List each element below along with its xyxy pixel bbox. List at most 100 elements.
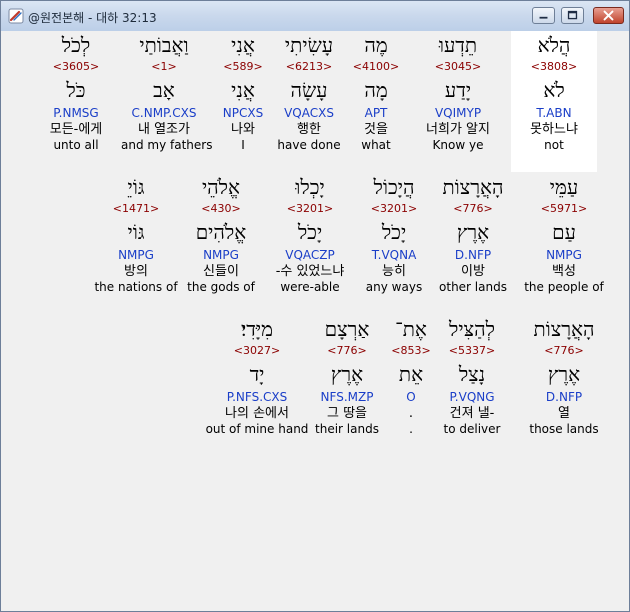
korean-gloss: 나의 손에서 (225, 406, 289, 421)
lexicon-number[interactable]: <5971> (521, 201, 607, 217)
close-button[interactable] (593, 7, 624, 24)
english-gloss: not (544, 138, 564, 152)
word-block[interactable]: הָאֲרָצוֹת <776> אֶרֶץ D.NFP 이방 other la… (430, 173, 516, 295)
word-block[interactable]: לְכֹל <3605> כֹּל P.NMSG 모든-에게 unto all (33, 31, 119, 153)
maximize-icon (567, 10, 578, 20)
lexicon-number[interactable]: <430> (178, 201, 264, 217)
hebrew-word: הֲיָכוֹל (373, 175, 415, 199)
word-block[interactable]: אַרְצָם <776> אֶרֶץ NFS.MZP 그 땅을 their l… (304, 315, 390, 437)
hebrew-word: גּוֹיֵ (127, 175, 145, 199)
title-bar[interactable]: @원전본해 - 대하 32:13 (1, 1, 629, 31)
lexicon-number[interactable]: <1> (121, 59, 207, 75)
app-icon (8, 8, 24, 24)
morphology-code: NMPG (546, 248, 582, 262)
morphology-code: C.NMP.CXS (131, 106, 197, 120)
korean-gloss: 방의 (124, 264, 148, 279)
word-block[interactable]: מִיָּדִי׃ <3027> יָד P.NFS.CXS 나의 손에서 ou… (205, 315, 309, 437)
word-block[interactable]: אֱלֹהֵי <430> אֱלֹהִים NMPG 신들이 the gods… (178, 173, 264, 295)
lexicon-number[interactable]: <1471> (93, 201, 179, 217)
lexicon-number[interactable]: <3605> (33, 59, 119, 75)
hebrew-word: יָכְלוּ (295, 175, 325, 199)
english-gloss: the nations of (94, 280, 178, 294)
korean-gloss: 못하느냐 (530, 122, 578, 137)
lexical-form: אֶרֶץ (547, 362, 581, 386)
english-gloss: the people of (524, 280, 604, 294)
korean-gloss: 이방 (461, 264, 485, 279)
lexical-form: יָד (249, 362, 265, 386)
hebrew-word: לְכֹל (61, 33, 91, 57)
korean-gloss: 그 땅을 (326, 406, 367, 421)
morphology-code: P.NFS.CXS (226, 390, 288, 404)
morphology-code: D.NFP (454, 248, 492, 262)
morphology-code: NPCXS (222, 106, 264, 120)
word-block[interactable]: יָכְלוּ <3201> יָכֹל VQACZP -수 있었느냐 were… (267, 173, 353, 295)
lexical-form: אֶרֶץ (456, 220, 490, 244)
hebrew-word: וַאֲבוֹתַי (139, 33, 189, 57)
lexical-form: עַם (552, 220, 576, 244)
word-block[interactable]: הֲיָכוֹל <3201> יָכֹל T.VQNA 능히 any ways (351, 173, 437, 295)
english-gloss: their lands (315, 422, 379, 436)
english-gloss: I (241, 138, 245, 152)
korean-gloss: 능히 (382, 264, 406, 279)
interlinear-panel: הֲלֹא <3808> לֹא T.ABN 못하느냐 not תֵדְעוּ … (9, 31, 621, 605)
english-gloss: other lands (439, 280, 507, 294)
word-block[interactable]: הֲלֹא <3808> לֹא T.ABN 못하느냐 not (511, 31, 597, 172)
lexical-form: יָדַע (444, 78, 472, 102)
word-block[interactable]: גּוֹיֵ <1471> גּוֹי NMPG 방의 the nations … (93, 173, 179, 295)
lexical-form: יָכֹל (297, 220, 323, 244)
hebrew-word: תֵדְעוּ (438, 33, 478, 57)
english-gloss: and my fathers (121, 138, 213, 152)
word-block[interactable]: אֲנִי <589> אֲנִי NPCXS 나와 I (200, 31, 286, 153)
hebrew-word: עַמֵּי (549, 175, 579, 199)
hebrew-word: הָאֲרָצוֹת (442, 175, 504, 199)
word-block[interactable]: וַאֲבוֹתַי <1> אָב C.NMP.CXS 내 열조가 and m… (121, 31, 213, 153)
morphology-code: T.VQNA (371, 248, 417, 262)
window-title: @원전본해 - 대하 32:13 (28, 11, 157, 25)
morphology-code: P.NMSG (53, 106, 99, 120)
hebrew-word: מִיָּדִי׃ (241, 317, 273, 341)
korean-gloss: 백성 (552, 264, 576, 279)
korean-gloss: 신들이 (203, 264, 239, 279)
morphology-code: T.ABN (536, 106, 572, 120)
korean-gloss: 너희가 알지 (426, 122, 490, 137)
hebrew-word: הֲלֹא (537, 33, 571, 57)
morphology-code: NMPG (203, 248, 239, 262)
word-block[interactable]: עַמֵּי <5971> עַם NMPG 백성 the people of (521, 173, 607, 295)
lexicon-number[interactable]: <776> (304, 343, 390, 359)
korean-gloss: 모든-에게 (49, 122, 103, 137)
morphology-code: NMPG (118, 248, 154, 262)
korean-gloss: -수 있었느냐 (275, 264, 345, 279)
word-block[interactable]: הָאֲרָצוֹת <776> אֶרֶץ D.NFP 열 those lan… (521, 315, 607, 437)
korean-gloss: 내 열조가 (138, 122, 190, 137)
morphology-code: VQACZP (285, 248, 335, 262)
word-block[interactable]: תֵדְעוּ <3045> יָדַע VQIMYP 너희가 알지 Know … (415, 31, 501, 153)
morphology-code: VQIMYP (434, 106, 482, 120)
maximize-button[interactable] (561, 7, 584, 24)
lexical-form: יָכֹל (381, 220, 407, 244)
lexicon-number[interactable]: <3201> (267, 201, 353, 217)
english-gloss: unto all (53, 138, 99, 152)
hebrew-word: הָאֲרָצוֹת (533, 317, 595, 341)
korean-gloss: 나와 (231, 122, 255, 137)
lexical-form: גּוֹי (127, 220, 145, 244)
korean-gloss: 열 (558, 406, 570, 421)
minimize-button[interactable] (532, 7, 555, 24)
english-gloss: were-able (280, 280, 340, 294)
app-window: @원전본해 - 대하 32:13 הֲלֹא <3808> לֹא T.ABN … (0, 0, 630, 612)
english-gloss: out of mine hand (205, 422, 309, 436)
lexicon-number[interactable]: <3808> (511, 59, 597, 75)
lexicon-number[interactable]: <776> (430, 201, 516, 217)
lexicon-number[interactable]: <776> (521, 343, 607, 359)
lexicon-number[interactable]: <589> (200, 59, 286, 75)
english-gloss: Know ye (432, 138, 484, 152)
close-icon (603, 10, 614, 21)
hebrew-word: אֱלֹהֵי (201, 175, 241, 199)
morphology-code: NFS.MZP (320, 390, 374, 404)
lexicon-number[interactable]: <3201> (351, 201, 437, 217)
hebrew-word: אַרְצָם (324, 317, 370, 341)
morphology-code: D.NFP (545, 390, 583, 404)
lexicon-number[interactable]: <3045> (415, 59, 501, 75)
lexicon-number[interactable]: <3027> (205, 343, 309, 359)
hebrew-word: אֲנִי (231, 33, 255, 57)
lexical-form: אֶרֶץ (330, 362, 364, 386)
